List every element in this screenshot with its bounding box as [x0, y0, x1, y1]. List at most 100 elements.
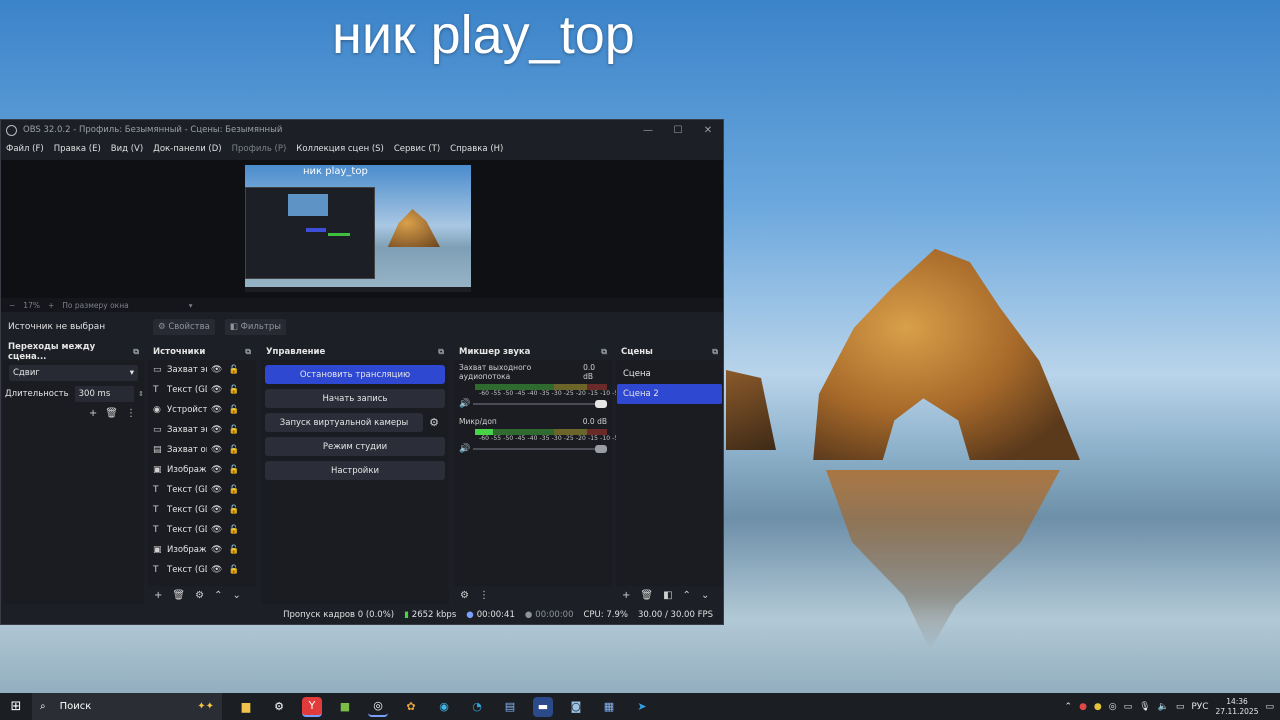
eye-icon[interactable]: 👁: [211, 405, 222, 415]
close-button[interactable]: ✕: [693, 125, 723, 136]
volume-slider[interactable]: [473, 400, 607, 408]
source-item[interactable]: T Текст (GDI 👁 🔓: [148, 500, 256, 520]
transition-select[interactable]: Сдвиг ▾: [9, 365, 138, 381]
menu-tools[interactable]: Сервис (T): [394, 144, 440, 154]
telegram-icon[interactable]: ➤: [632, 697, 652, 717]
window-app-icon[interactable]: ▤: [500, 697, 520, 717]
speaker-icon[interactable]: 🔊: [459, 399, 473, 409]
source-item[interactable]: ▣ Изображе 👁 🔓: [148, 540, 256, 560]
yandex-browser-icon[interactable]: Y: [302, 696, 322, 717]
trash-icon[interactable]: 🗑: [105, 408, 118, 419]
chevron-up-icon[interactable]: ⌃: [1065, 702, 1073, 712]
terminal-icon[interactable]: ▬: [533, 696, 553, 717]
edge-icon[interactable]: ◔: [467, 697, 487, 717]
eye-icon[interactable]: 👁: [211, 565, 222, 575]
start-record-button[interactable]: Начать запись: [265, 389, 445, 408]
camera-icon[interactable]: ◙: [566, 697, 586, 717]
eye-icon[interactable]: 👁: [211, 425, 222, 435]
calculator-icon[interactable]: ▦: [599, 697, 619, 717]
studio-mode-button[interactable]: Режим студии: [265, 437, 445, 456]
lock-icon[interactable]: 🔓: [228, 505, 239, 515]
stop-stream-button[interactable]: Остановить трансляцию: [265, 365, 445, 384]
arrow-up-icon[interactable]: ⌃: [683, 590, 691, 601]
settings-button[interactable]: Настройки: [265, 461, 445, 480]
eye-icon[interactable]: 👁: [211, 365, 222, 375]
eye-icon[interactable]: 👁: [211, 385, 222, 395]
microphone-icon[interactable]: 🎙: [1139, 702, 1150, 712]
zoom-out-button[interactable]: −: [9, 301, 15, 310]
source-item[interactable]: T Текст (GDI 👁 🔓: [148, 380, 256, 400]
eye-icon[interactable]: 👁: [211, 465, 222, 475]
arrow-down-icon[interactable]: ⌄: [232, 590, 240, 601]
eye-icon[interactable]: 👁: [211, 525, 222, 535]
eye-icon[interactable]: 👁: [211, 485, 222, 495]
network-icon[interactable]: ▭: [1176, 702, 1185, 712]
arrow-down-icon[interactable]: ⌄: [701, 590, 709, 601]
tray-app-icon[interactable]: ●: [1079, 702, 1087, 712]
arrow-up-icon[interactable]: ⌃: [214, 590, 222, 601]
more-icon[interactable]: ⋮: [126, 408, 136, 419]
volume-icon[interactable]: 🔈: [1158, 702, 1169, 712]
lock-icon[interactable]: 🔓: [228, 405, 239, 415]
properties-button[interactable]: ⚙ Свойства: [153, 319, 215, 335]
source-item[interactable]: T Текст (GDI 👁 🔓: [148, 520, 256, 540]
trash-icon[interactable]: 🗑: [640, 590, 653, 601]
tray-app-icon[interactable]: ●: [1094, 702, 1102, 712]
lock-icon[interactable]: 🔓: [228, 485, 239, 495]
preview-canvas[interactable]: ник play_top: [1, 160, 723, 298]
clock[interactable]: 14:36 27.11.2025: [1216, 697, 1259, 717]
lock-icon[interactable]: 🔓: [228, 525, 239, 535]
language-indicator[interactable]: РУС: [1191, 702, 1208, 712]
slider-handle[interactable]: [595, 400, 607, 408]
notification-icon[interactable]: ▭: [1265, 702, 1274, 712]
windows-start-icon[interactable]: ⊞: [0, 699, 32, 714]
undock-icon[interactable]: ⧉: [601, 347, 607, 357]
spin-arrows-icon[interactable]: ⇕: [138, 390, 144, 398]
undock-icon[interactable]: ⧉: [712, 347, 718, 357]
menu-scene-collection[interactable]: Коллекция сцен (S): [296, 144, 384, 154]
zoom-fit-select[interactable]: По размеру окна: [62, 301, 128, 310]
add-icon[interactable]: +: [89, 408, 97, 419]
gear-icon[interactable]: ⚙: [423, 413, 445, 432]
title-bar[interactable]: OBS 32.0.2 - Профиль: Безымянный - Сцены…: [1, 120, 723, 140]
menu-profile[interactable]: Профиль (P): [232, 144, 287, 154]
tray-obs-icon[interactable]: ◎: [1109, 702, 1117, 712]
volume-slider[interactable]: [473, 445, 607, 453]
obs-app-icon[interactable]: ◎: [368, 697, 388, 717]
zoom-in-button[interactable]: +: [48, 301, 54, 310]
menu-help[interactable]: Справка (H): [450, 144, 503, 154]
add-icon[interactable]: +: [154, 590, 162, 601]
chrome-icon[interactable]: ◉: [434, 697, 454, 717]
undock-icon[interactable]: ⧉: [133, 347, 139, 357]
lock-icon[interactable]: 🔓: [228, 445, 239, 455]
advanced-audio-icon[interactable]: ⚙: [460, 590, 469, 601]
source-item[interactable]: T Текст (GDI 👁 🔓: [148, 480, 256, 500]
search-box[interactable]: ⌕ Поиск ✦✦: [32, 693, 222, 720]
lock-icon[interactable]: 🔓: [228, 465, 239, 475]
more-icon[interactable]: ⋮: [479, 590, 489, 601]
minecraft-icon[interactable]: ■: [335, 697, 355, 717]
lock-icon[interactable]: 🔓: [228, 385, 239, 395]
scene-item-selected[interactable]: Сцена 2: [617, 384, 722, 404]
menu-docks[interactable]: Док-панели (D): [153, 144, 221, 154]
lock-icon[interactable]: 🔓: [228, 545, 239, 555]
settings-gear-icon[interactable]: ⚙: [269, 697, 289, 717]
source-item[interactable]: ▭ Захват экр 👁 🔓: [148, 420, 256, 440]
lock-icon[interactable]: 🔓: [228, 565, 239, 575]
menu-view[interactable]: Вид (V): [111, 144, 143, 154]
maximize-button[interactable]: ☐: [663, 125, 693, 136]
add-icon[interactable]: +: [622, 590, 630, 601]
undock-icon[interactable]: ⧉: [438, 347, 444, 357]
source-item[interactable]: ▭ Захват экр 👁 🔓: [148, 360, 256, 380]
trash-icon[interactable]: 🗑: [172, 590, 185, 601]
chevron-down-icon[interactable]: ▾: [189, 301, 193, 310]
lock-icon[interactable]: 🔓: [228, 425, 239, 435]
filter-icon[interactable]: ◧: [663, 590, 672, 601]
virtual-camera-button[interactable]: Запуск виртуальной камеры: [265, 413, 423, 432]
undock-icon[interactable]: ⧉: [245, 347, 251, 357]
minimize-button[interactable]: —: [633, 125, 663, 136]
source-item[interactable]: ▤ Захват окн 👁 🔓: [148, 440, 256, 460]
game-icon[interactable]: ✿: [401, 697, 421, 717]
speaker-icon[interactable]: 🔊: [459, 444, 473, 454]
eye-icon[interactable]: 👁: [211, 445, 222, 455]
